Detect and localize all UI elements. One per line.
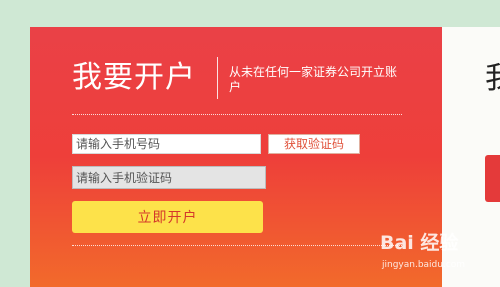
bottom-divider (72, 245, 402, 246)
watermark: Bai 经验 jingyan.baidu.com (380, 228, 498, 284)
watermark-logo: Bai 经验 (380, 232, 459, 254)
card-title: 我要开户 (72, 60, 196, 95)
side-panel-button[interactable] (485, 155, 500, 202)
watermark-url: jingyan.baidu.com (382, 260, 466, 270)
verification-code-input[interactable] (72, 166, 266, 189)
card-subtitle: 从未在任何一家证券公司开立账户 (229, 65, 398, 94)
open-account-button[interactable]: 立即开户 (72, 201, 263, 233)
page: 我要开户 从未在任何一家证券公司开立账户 获取验证码 立即开户 我 Bai 经验… (0, 0, 500, 287)
get-code-button[interactable]: 获取验证码 (268, 134, 360, 154)
title-divider (217, 57, 218, 99)
top-divider (72, 114, 402, 115)
side-panel-title: 我 (485, 59, 500, 99)
phone-number-input[interactable] (72, 134, 261, 154)
